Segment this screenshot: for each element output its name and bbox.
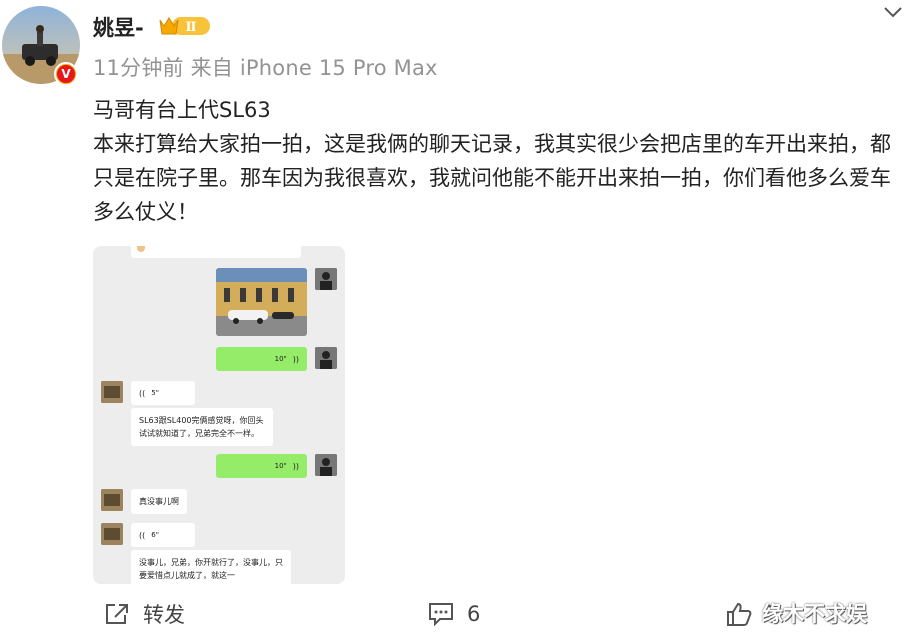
voice-wave-icon: )) — [292, 354, 299, 364]
content-line: 本来打算给大家拍一拍，这是我俩的聊天记录，我其实很少会把店里的车开出来拍，都只是… — [93, 132, 891, 224]
svg-text:Ⅱ: Ⅱ — [186, 20, 197, 35]
voice-message[interactable]: ((5" — [131, 381, 195, 405]
repost-button[interactable]: 转发 — [103, 596, 185, 632]
avatar — [315, 454, 337, 476]
voice-message[interactable]: 10")) — [216, 454, 307, 478]
post-meta: 11分钟前 来自 iPhone 15 Pro Max — [93, 56, 438, 80]
post-content: 马哥有台上代SL63 本来打算给大家拍一拍，这是我俩的聊天记录，我其实很少会把店… — [93, 93, 893, 229]
repost-label: 转发 — [143, 603, 185, 627]
car-photo — [216, 268, 307, 336]
avatar — [315, 268, 337, 290]
voice-wave-icon: (( — [139, 388, 146, 398]
like-icon — [727, 602, 752, 626]
comment-button[interactable]: 6 — [427, 596, 480, 632]
watermark-text: 缘木不求娱 — [762, 602, 867, 626]
share-icon — [106, 604, 128, 624]
chat-bubble: 真没事儿啊 — [131, 489, 187, 514]
comment-icon — [429, 603, 453, 627]
chat-bubble: 没事儿，兄弟，你开就行了，没事儿，只要爱惜点儿就成了，就这一 — [131, 550, 291, 584]
username[interactable]: 姚昱- — [93, 12, 144, 42]
chat-bubble: SL63跟SL400完俩感觉呀，你回头试试就知道了，兄弟完全不一样。 — [131, 408, 273, 446]
avatar — [101, 381, 123, 403]
voice-message[interactable]: ((6" — [131, 523, 195, 547]
chevron-down-icon[interactable] — [882, 4, 904, 20]
voice-wave-icon: (( — [139, 530, 146, 540]
voice-message[interactable]: 10")) — [216, 347, 307, 371]
chat-screenshot-image[interactable]: 10")) ((5" SL63跟SL400完俩感觉呀，你回头试试就知道了，兄弟完… — [93, 246, 345, 584]
chat-top-edge — [131, 246, 301, 258]
avatar — [101, 489, 123, 511]
comment-count: 6 — [467, 602, 481, 626]
verified-badge: V — [54, 62, 78, 86]
level-badge: Ⅱ — [158, 14, 212, 38]
content-line: 马哥有台上代SL63 — [93, 98, 271, 122]
voice-wave-icon: )) — [292, 461, 299, 471]
avatar — [315, 347, 337, 369]
avatar — [101, 523, 123, 545]
